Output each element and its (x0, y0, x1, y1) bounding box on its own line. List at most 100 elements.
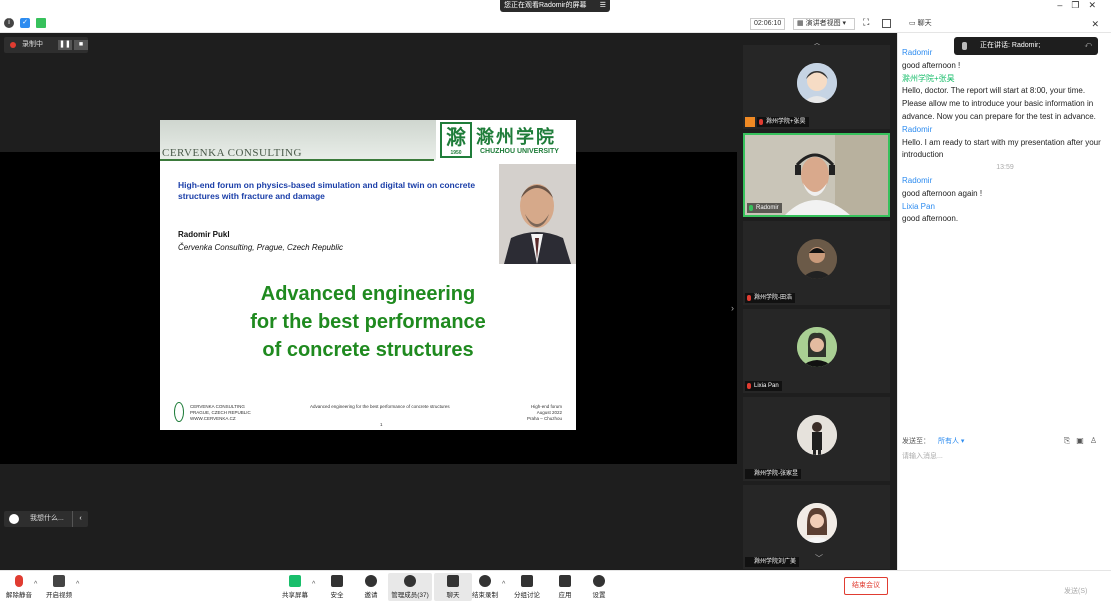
page-number: 1 (380, 422, 383, 427)
signal-icon[interactable] (36, 18, 46, 28)
minimize-banner-icon[interactable]: ⤺ (1085, 37, 1092, 55)
participants-button[interactable]: 管理成员(37) (388, 573, 432, 601)
video-tile[interactable]: 滁州学院+张昊 (743, 45, 890, 129)
video-tile[interactable]: Lixia Pan (743, 309, 890, 393)
record-icon (10, 42, 16, 48)
window-controls: –❐✕ (1057, 0, 1105, 11)
share-banner[interactable]: 您正在观看Radomir的屏幕 ☰ (500, 0, 610, 12)
stop-recording-button[interactable]: ■ (74, 40, 88, 50)
collapse-gallery-icon[interactable]: › (731, 303, 734, 313)
save-chat-icon[interactable]: ▣ (1076, 436, 1090, 445)
end-meeting-button[interactable]: 结束会议 (844, 577, 888, 595)
fullscreen-icon[interactable]: ⛶ (863, 17, 872, 27)
split-view-icon[interactable] (882, 19, 891, 28)
file-icon[interactable]: ⎘ (1064, 436, 1076, 445)
chat-panel-header: ▭ 聊天 ✕ (897, 15, 1111, 33)
mic-muted-icon (15, 575, 23, 587)
headline-line-3: of concrete structures (262, 339, 474, 361)
chat-tools: ⎘▣♙ (1064, 436, 1103, 446)
view-mode-button[interactable]: ▦ 演讲者视图 ▾ (793, 18, 855, 30)
participant-gallery: ︿ 滁州学院+张昊 Radomir 滁州学院-田浩 Lixia Pan 滁州学院… (731, 33, 897, 570)
title-bar: 您正在观看Radomir的屏幕 ☰ –❐✕ (0, 0, 1111, 15)
message-text: good afternoon ! (902, 60, 961, 70)
tile-name-bar: Radomir (747, 203, 782, 213)
menu-icon[interactable]: ☰ (600, 0, 606, 12)
chat-input[interactable]: 请输入消息... (902, 451, 943, 461)
collapse-icon[interactable]: ‹ (72, 511, 88, 527)
bottom-toolbar: 解除静音 ^ 开启视频 ^ 共享屏幕 ^ 安全 邀请 管理成员(37) 聊天 结… (0, 570, 1111, 601)
video-tile-active[interactable]: Radomir (743, 133, 890, 217)
chevron-up-icon[interactable]: ^ (76, 581, 79, 588)
close-icon[interactable]: ✕ (1088, 0, 1105, 10)
minimize-icon[interactable]: – (1057, 0, 1071, 10)
users-icon (404, 575, 416, 587)
video-tile[interactable]: 滁州学院-田浩 (743, 221, 890, 305)
invite-button[interactable]: 邀请 (352, 573, 390, 601)
active-speaker-label: 正在讲话: Radomir; (980, 42, 1041, 49)
host-badge-icon (745, 117, 755, 127)
footer-event: High-end forum August 2022 Praha – Chuzh… (526, 404, 562, 421)
chat-icon: ▭ (909, 20, 916, 27)
record-icon (479, 575, 491, 587)
slide-author: Radomir Pukl (178, 230, 230, 239)
cervenka-logo-icon (174, 402, 184, 422)
send-button[interactable]: 发送(S) (1064, 586, 1087, 596)
video-tile[interactable]: ﹀ 滁州学院刘广美 (743, 485, 890, 569)
reaction-label: 我想什么... (30, 515, 64, 522)
author-photo (499, 164, 576, 264)
message-text: good afternoon. (902, 214, 959, 224)
user-icon[interactable]: ♙ (1090, 436, 1103, 445)
footer-company: CERVENKA CONSULTING PRAGUE, CZECH REPUBL… (190, 404, 251, 421)
chat-message-list: Radomir good afternoon ! 滁州学院+张昊 Hello, … (902, 47, 1108, 226)
video-tile[interactable]: 滁州学院-张家昱 (743, 397, 890, 481)
message-sender: Radomir (902, 124, 933, 134)
settings-button[interactable]: 设置 (580, 573, 618, 601)
message-text: Hello. I am ready to start with my prese… (902, 137, 1101, 160)
info-icon[interactable]: i (4, 18, 14, 28)
message-text: Hello, doctor. The report will start at … (902, 86, 1096, 121)
security-button[interactable]: 安全 (318, 573, 356, 601)
avatar (797, 415, 837, 455)
university-name-cn: 滁州学院 (476, 127, 556, 147)
chat-bubble-icon (447, 575, 459, 587)
avatar (797, 503, 837, 543)
avatar (797, 239, 837, 279)
message-sender: Lixia Pan (902, 201, 935, 211)
restore-icon[interactable]: ❐ (1071, 0, 1088, 10)
pause-recording-button[interactable]: ❚❚ (58, 40, 72, 50)
emoji-icon[interactable] (9, 514, 19, 524)
message-sender: Radomir (902, 175, 933, 185)
chevron-down-icon[interactable]: ﹀ (815, 553, 823, 564)
chevron-up-icon[interactable]: ^ (34, 581, 37, 588)
message-sender: 滁州学院+张昊 (902, 73, 955, 83)
chevron-up-icon[interactable]: ^ (502, 581, 505, 588)
university-name-en: CHUZHOU UNIVERSITY (480, 148, 559, 155)
avatar (797, 327, 837, 367)
mic-icon (962, 42, 967, 50)
close-chat-icon[interactable]: ✕ (1091, 15, 1099, 33)
chat-panel: Radomir good afternoon ! 滁州学院+张昊 Hello, … (897, 33, 1111, 570)
meeting-timer: 02:06:10 (750, 18, 786, 30)
reaction-bar[interactable]: 我想什么... ‹ (4, 511, 88, 527)
message-text: good afternoon again ! (902, 188, 983, 198)
slide-headline: Advanced engineering for the best perfor… (160, 280, 576, 364)
breakout-button[interactable]: 分组讨论 (508, 573, 546, 601)
presentation-slide: CERVENKA CONSULTING 滁 1950 滁州学院 CHUZHOU U… (160, 120, 576, 430)
share-screen-button[interactable]: 共享屏幕 (276, 573, 314, 601)
headline-line-2: for the best performance (250, 311, 486, 333)
tile-name-bar: 滁州学院+张昊 (757, 117, 809, 127)
start-video-button[interactable]: 开启视频 (40, 573, 78, 601)
chevron-up-icon[interactable]: ^ (312, 581, 315, 588)
share-banner-label: 您正在观看Radomir的屏幕 (504, 2, 587, 9)
tile-name-bar: 滁州学院-张家昱 (745, 469, 801, 479)
breakout-icon (521, 575, 533, 587)
apps-button[interactable]: 应用 (546, 573, 584, 601)
unmute-button[interactable]: 解除静音 (0, 573, 38, 601)
send-to-select[interactable]: 所有人 ▾ (938, 438, 964, 445)
shield-icon[interactable]: ✓ (20, 18, 30, 28)
end-recording-button[interactable]: 结束录制 (466, 573, 504, 601)
forum-title: High-end forum on physics-based simulati… (178, 180, 476, 201)
slide-divider (160, 159, 434, 161)
video-off-icon (53, 575, 65, 587)
tile-name-bar: Lixia Pan (745, 381, 782, 391)
